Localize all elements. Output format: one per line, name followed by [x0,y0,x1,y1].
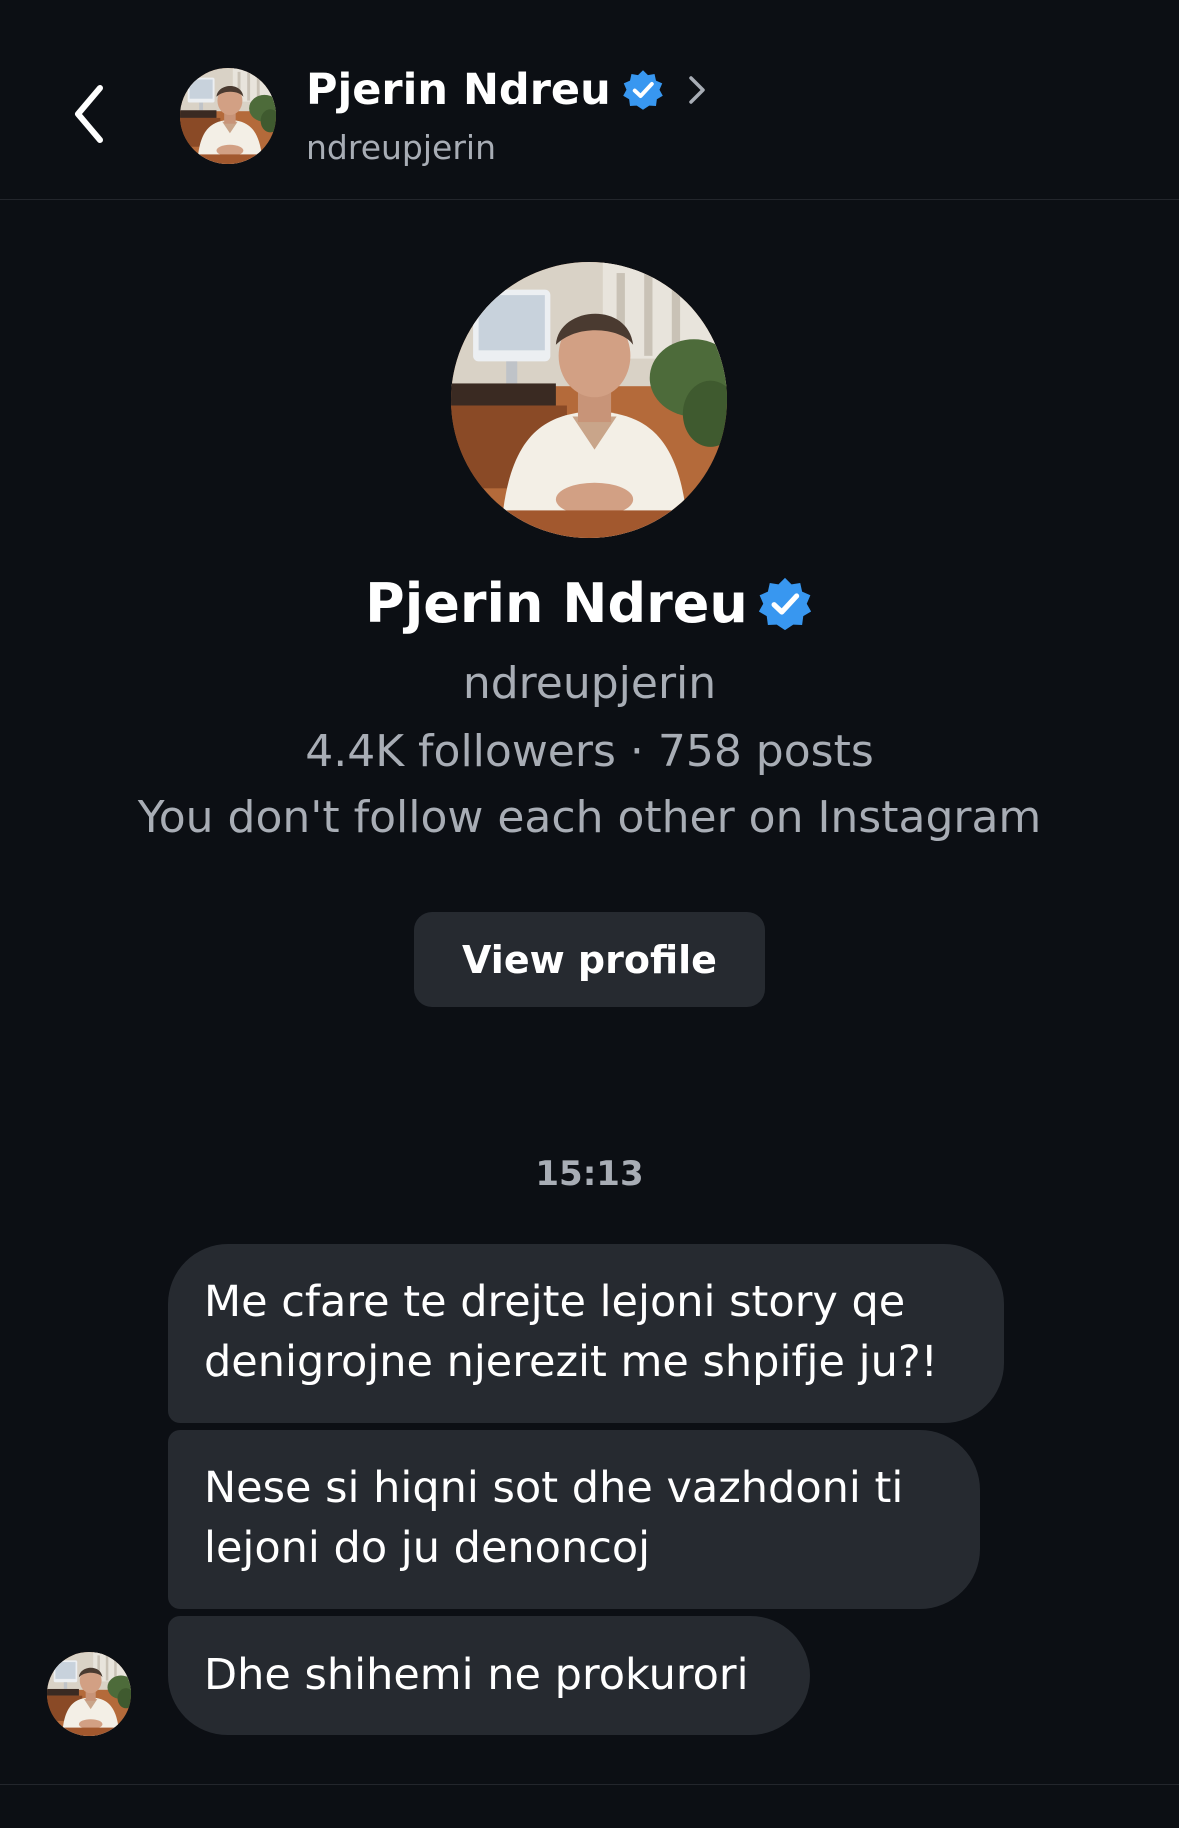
message-line: Dhe shihemi ne prokurori [204,1650,749,1700]
message-line: lejoni do ju denoncoj [204,1523,651,1573]
message-bubble[interactable]: Nese si hiqni sot dhe vazhdoni ti lejoni… [168,1430,980,1609]
profile-stats: 4.4K followers · 758 posts [305,726,874,777]
follow-status-text: You don't follow each other on Instagram [137,792,1042,843]
profile-name: Pjerin Ndreu [365,572,748,635]
message-bubble[interactable]: Me cfare te drejte lejoni story qe denig… [168,1244,1004,1423]
verified-badge-icon [622,70,663,110]
profile-name-row: Pjerin Ndreu [0,568,1179,640]
profile-handle: ndreupjerin [462,658,717,709]
chevron-left-icon [75,85,103,143]
header-name-link[interactable]: Pjerin Ndreu [306,62,711,118]
header-avatar[interactable] [180,68,276,164]
sender-avatar[interactable] [47,1652,131,1736]
message-line: Me cfare te drejte lejoni story qe [204,1277,906,1327]
verified-badge-icon [758,577,811,631]
message-bubble[interactable]: Dhe shihemi ne prokurori [168,1616,810,1735]
header-name: Pjerin Ndreu [306,65,611,115]
divider [0,1784,1179,1785]
message-line: Nese si hiqni sot dhe vazhdoni ti [204,1463,904,1513]
chevron-right-icon [688,76,705,104]
conversation-header: Pjerin Ndreu ndreupjerin [0,0,1179,200]
view-profile-button[interactable]: View profile [414,912,765,1007]
back-button[interactable] [66,76,126,156]
message-timestamp: 15:13 [535,1154,644,1194]
profile-avatar[interactable] [451,262,727,538]
header-handle: ndreupjerin [306,128,496,167]
message-line: denigrojne njerezit me shpifje ju?! [204,1337,938,1387]
